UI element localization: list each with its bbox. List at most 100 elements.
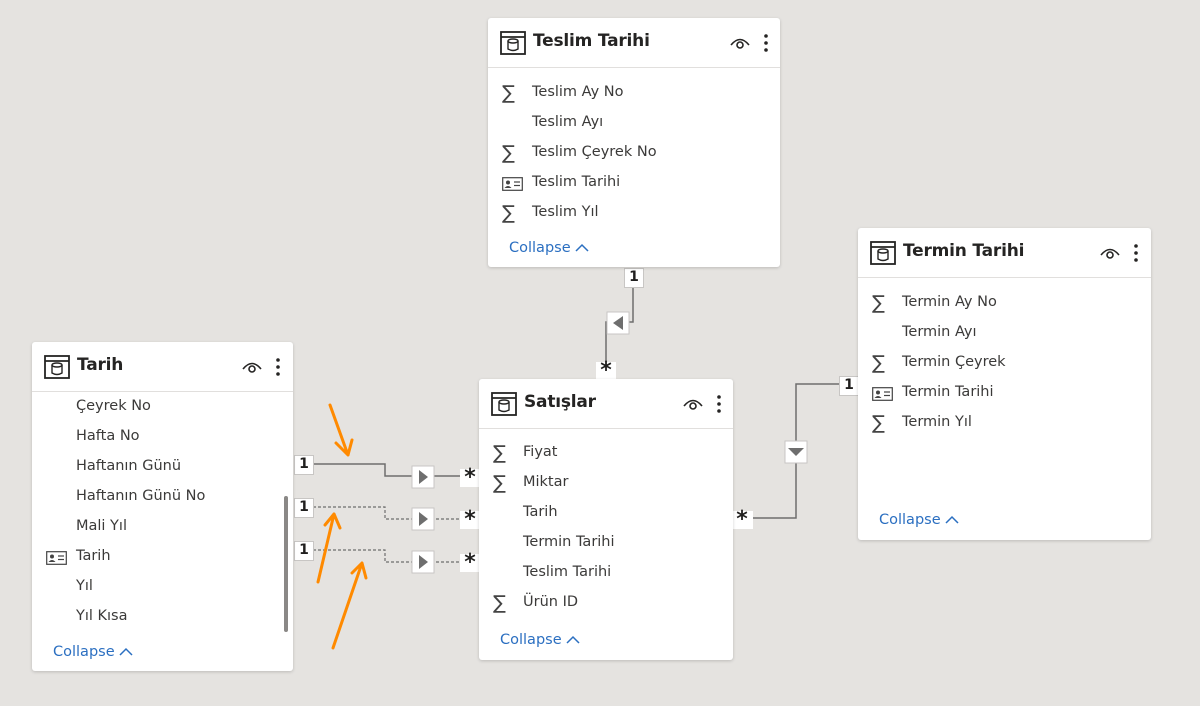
relationship-line-tarih-satislar-inactive-2 bbox=[313, 549, 460, 563]
field-row[interactable]: ∑ Ürün ID bbox=[479, 592, 733, 616]
field-label: Miktar bbox=[523, 474, 569, 490]
cardinality-many-teslim: * bbox=[596, 360, 616, 382]
field-label: Termin Ayı bbox=[902, 324, 977, 340]
annotation-arrow-3 bbox=[331, 561, 368, 650]
id-card-icon bbox=[46, 551, 67, 565]
collapse-label: Collapse bbox=[500, 632, 562, 648]
relationship-line-tarih-satislar-active bbox=[313, 463, 460, 477]
table-icon bbox=[491, 392, 517, 416]
field-label: Hafta No bbox=[76, 428, 140, 444]
field-row[interactable]: ∑ Teslim Çeyrek No bbox=[488, 142, 780, 166]
table-title: Teslim Tarihi bbox=[533, 31, 650, 51]
more-options-icon[interactable] bbox=[1133, 243, 1139, 263]
table-icon bbox=[44, 355, 70, 379]
collapse-button[interactable]: Collapse bbox=[500, 632, 580, 648]
field-row[interactable]: Teslim Ayı bbox=[488, 112, 780, 136]
sigma-icon: ∑ bbox=[502, 142, 515, 164]
table-card-teslim-tarihi[interactable]: Teslim Tarihi ∑ Teslim Ay No Teslim Ayı … bbox=[488, 18, 780, 267]
table-card-termin-tarihi[interactable]: Termin Tarihi ∑ Termin Ay No Termin Ayı … bbox=[858, 228, 1151, 540]
field-row[interactable]: Teslim Tarihi bbox=[479, 562, 733, 586]
sigma-icon: ∑ bbox=[493, 442, 506, 464]
scrollbar[interactable] bbox=[284, 496, 288, 632]
cardinality-one-termin: 1 bbox=[839, 376, 859, 396]
field-row[interactable]: Mali Yıl bbox=[32, 516, 293, 540]
field-row[interactable]: ∑ Termin Yıl bbox=[858, 412, 1151, 436]
field-row[interactable]: Teslim Tarihi bbox=[488, 172, 780, 196]
table-icon bbox=[870, 241, 896, 265]
field-row[interactable]: Haftanın Günü bbox=[32, 456, 293, 480]
collapse-label: Collapse bbox=[879, 512, 941, 528]
field-label: Haftanın Günü No bbox=[76, 488, 206, 504]
sigma-icon: ∑ bbox=[872, 352, 885, 374]
field-label: Ürün ID bbox=[523, 594, 579, 610]
field-label: Teslim Tarihi bbox=[523, 564, 612, 580]
eye-icon[interactable] bbox=[1100, 246, 1120, 260]
field-row[interactable]: ∑ Miktar bbox=[479, 472, 733, 496]
table-title: Satışlar bbox=[524, 392, 596, 412]
more-options-icon[interactable] bbox=[275, 357, 281, 377]
relationship-line-teslim-satislar bbox=[605, 286, 634, 362]
chevron-up-icon bbox=[119, 647, 133, 656]
direction-arrow-termin bbox=[784, 440, 808, 464]
field-row[interactable]: ∑ Termin Çeyrek bbox=[858, 352, 1151, 376]
field-row[interactable]: Yıl bbox=[32, 576, 293, 600]
field-label: Fiyat bbox=[523, 444, 558, 460]
sigma-icon: ∑ bbox=[502, 82, 515, 104]
field-row[interactable]: Termin Ayı bbox=[858, 322, 1151, 346]
annotation-arrow-2 bbox=[316, 512, 342, 584]
table-card-tarih[interactable]: Tarih Çeyrek No Hafta No Haftanın Günü H… bbox=[32, 342, 293, 671]
field-row[interactable]: ∑ Fiyat bbox=[479, 442, 733, 466]
collapse-button[interactable]: Collapse bbox=[53, 644, 133, 660]
field-row[interactable]: Çeyrek No bbox=[32, 396, 293, 420]
relationship-line-tarih-satislar-inactive-1 bbox=[313, 506, 460, 520]
collapse-label: Collapse bbox=[53, 644, 115, 660]
field-label: Haftanın Günü bbox=[76, 458, 182, 474]
table-header[interactable]: Termin Tarihi bbox=[858, 228, 1151, 278]
field-row[interactable]: ∑ Teslim Yıl bbox=[488, 202, 780, 226]
sigma-icon: ∑ bbox=[493, 592, 506, 614]
field-row[interactable]: Tarih bbox=[32, 546, 293, 570]
cardinality-many-termin: * bbox=[731, 509, 753, 531]
field-label: Teslim Tarihi bbox=[532, 174, 621, 190]
more-options-icon[interactable] bbox=[763, 33, 769, 53]
eye-icon[interactable] bbox=[683, 397, 703, 411]
table-header[interactable]: Tarih bbox=[32, 342, 293, 392]
field-row[interactable]: Yıl Kısa bbox=[32, 606, 293, 630]
table-header[interactable]: Teslim Tarihi bbox=[488, 18, 780, 68]
field-row[interactable]: ∑ Teslim Ay No bbox=[488, 82, 780, 106]
collapse-label: Collapse bbox=[509, 240, 571, 256]
table-title: Tarih bbox=[77, 355, 124, 375]
annotation-arrows bbox=[316, 403, 368, 650]
field-row[interactable]: ∑ Termin Ay No bbox=[858, 292, 1151, 316]
field-label: Termin Yıl bbox=[902, 414, 972, 430]
field-row[interactable]: Tarih bbox=[479, 502, 733, 526]
field-row[interactable]: Haftanın Günü No bbox=[32, 486, 293, 510]
field-label: Teslim Yıl bbox=[532, 204, 599, 220]
field-label: Teslim Ayı bbox=[532, 114, 604, 130]
eye-icon[interactable] bbox=[730, 36, 750, 50]
cardinality-one-teslim: 1 bbox=[624, 268, 644, 288]
sigma-icon: ∑ bbox=[502, 202, 515, 224]
field-label: Mali Yıl bbox=[76, 518, 127, 534]
field-row[interactable]: Hafta No bbox=[32, 426, 293, 450]
cardinality-one-tarih-2: 1 bbox=[294, 498, 314, 518]
cardinality-many-tarih-1: * bbox=[460, 467, 480, 489]
sigma-icon: ∑ bbox=[493, 472, 506, 494]
field-row[interactable]: Termin Tarihi bbox=[858, 382, 1151, 406]
model-diagram-canvas[interactable]: 1 * 1 * 1 1 1 * * * Teslim Tarihi ∑ Tesl… bbox=[0, 0, 1200, 706]
field-label: Tarih bbox=[76, 548, 111, 564]
table-header[interactable]: Satışlar bbox=[479, 379, 733, 429]
eye-icon[interactable] bbox=[242, 360, 262, 374]
collapse-button[interactable]: Collapse bbox=[879, 512, 959, 528]
cardinality-many-tarih-2: * bbox=[460, 509, 480, 531]
collapse-button[interactable]: Collapse bbox=[509, 240, 589, 256]
field-row[interactable]: Termin Tarihi bbox=[479, 532, 733, 556]
chevron-up-icon bbox=[575, 243, 589, 252]
field-label: Tarih bbox=[523, 504, 558, 520]
direction-arrow-teslim bbox=[606, 311, 630, 335]
sigma-icon: ∑ bbox=[872, 412, 885, 434]
field-label: Termin Tarihi bbox=[523, 534, 615, 550]
table-card-satislar[interactable]: Satışlar ∑ Fiyat ∑ Miktar Tarih Termin T… bbox=[479, 379, 733, 660]
chevron-up-icon bbox=[566, 635, 580, 644]
more-options-icon[interactable] bbox=[716, 394, 722, 414]
